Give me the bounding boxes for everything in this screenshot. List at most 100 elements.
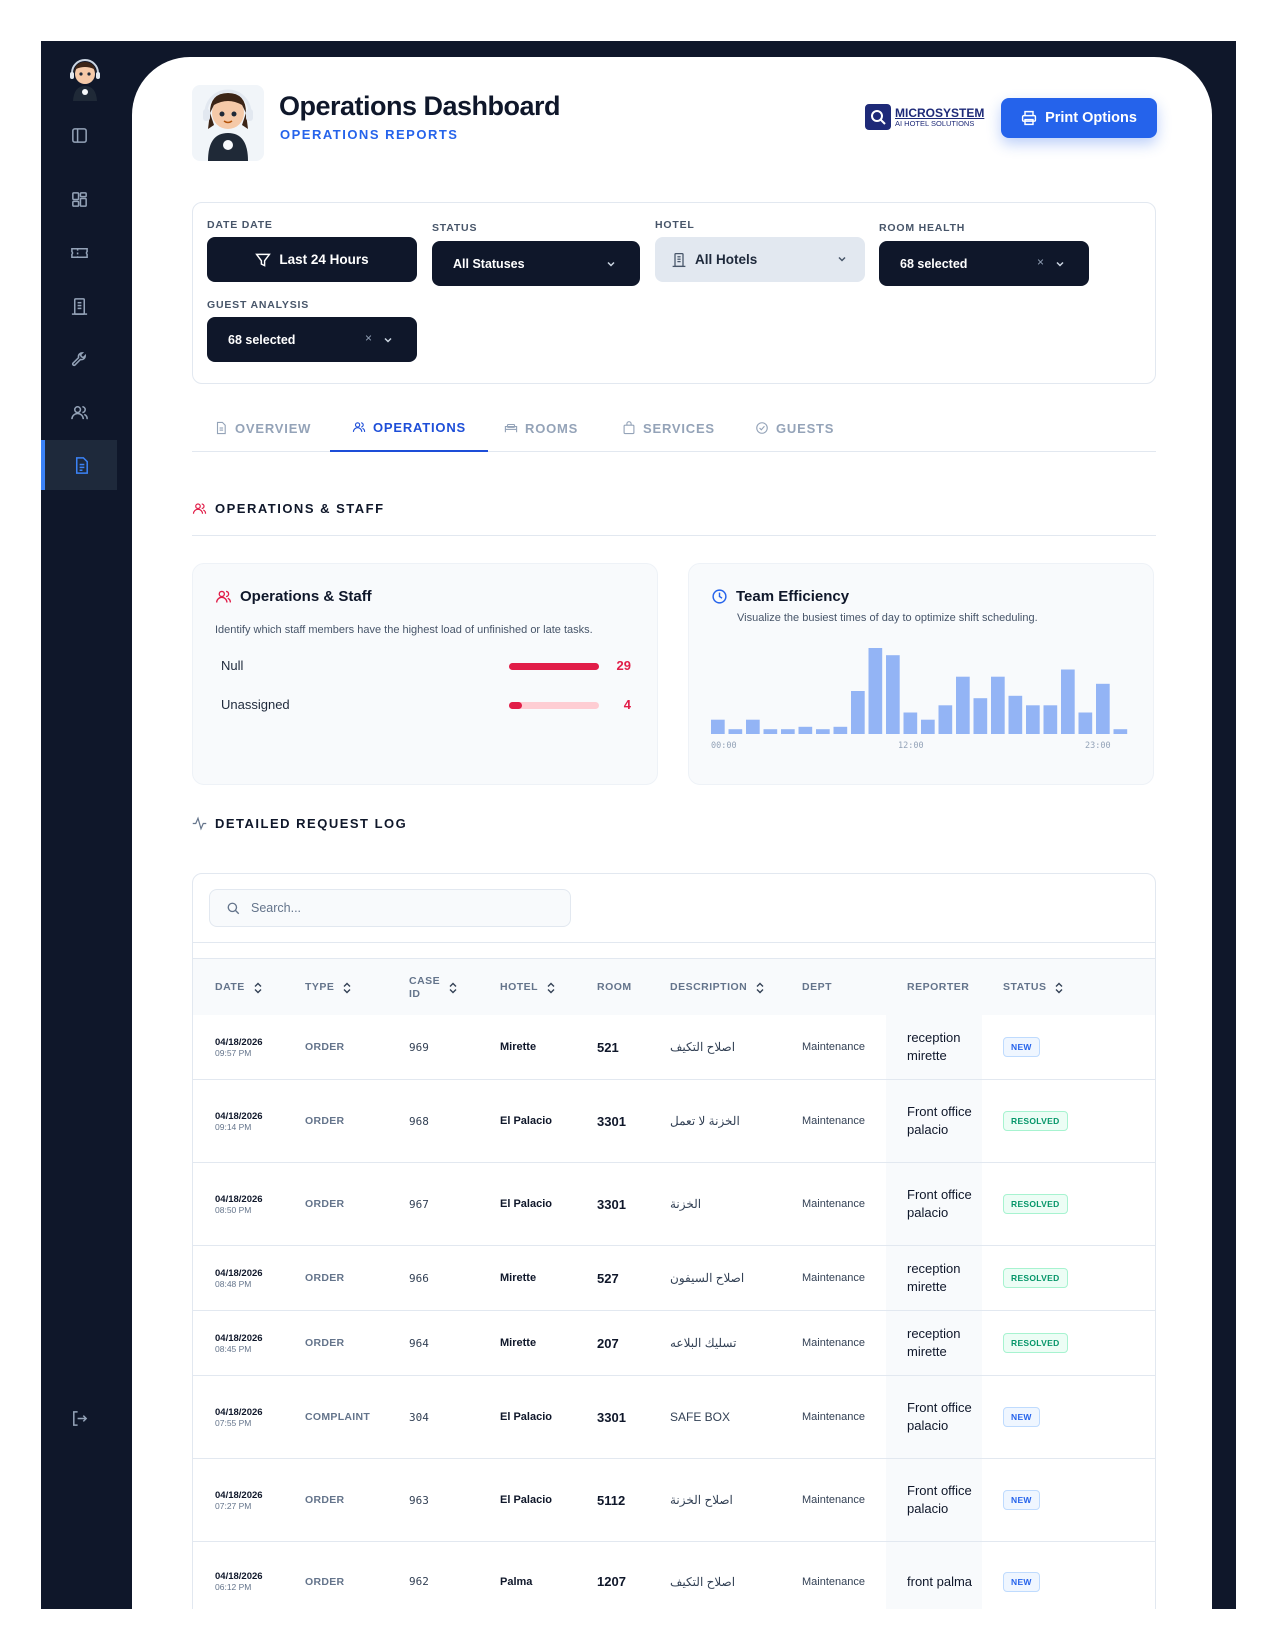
- date-value: 04/18/2026: [215, 1571, 263, 1582]
- histogram-bar: [1008, 695, 1023, 734]
- type-cell: ORDER: [305, 1494, 345, 1506]
- tab-guests[interactable]: GUESTS: [755, 404, 834, 452]
- sidebar-item-panel[interactable]: [41, 110, 117, 160]
- histogram-bar: [886, 655, 900, 734]
- time-value: 09:57 PM: [215, 1047, 252, 1058]
- column-header[interactable]: DESCRIPTION: [670, 959, 764, 1016]
- user-avatar[interactable]: [65, 59, 105, 101]
- column-header[interactable]: TYPE: [305, 959, 351, 1016]
- room-health-select[interactable]: 68 selected ×: [879, 241, 1089, 286]
- sidebar-item-users[interactable]: [41, 387, 117, 437]
- print-options-button[interactable]: Print Options: [1001, 98, 1157, 138]
- staff-bar-fill: [509, 702, 522, 709]
- case-id-cell: 969: [409, 1040, 429, 1054]
- date-cell: 04/18/2026 09:14 PM: [215, 1080, 263, 1162]
- description-cell: الخزنة لا تعمل: [670, 1114, 740, 1128]
- column-header-label: CASE ID: [409, 974, 441, 1000]
- users-icon: [192, 503, 207, 514]
- section-divider: [192, 535, 1156, 536]
- bag-icon: [623, 421, 635, 435]
- chevron-down-icon: [1056, 261, 1064, 267]
- section-operations-title: OPERATIONS & STAFF: [215, 501, 385, 516]
- section-log-heading: DETAILED REQUEST LOG: [192, 816, 407, 831]
- clear-icon[interactable]: ×: [365, 331, 372, 345]
- table-row[interactable]: 04/18/2026 07:55 PM COMPLAINT 304 El Palacio…: [193, 1376, 1155, 1459]
- staff-bar-label: Unassigned: [221, 697, 290, 712]
- table-row[interactable]: 04/18/2026 07:27 PM ORDER 963 El Palacio 5112…: [193, 1459, 1155, 1542]
- column-header[interactable]: HOTEL: [500, 959, 555, 1016]
- status-select-value: All Statuses: [453, 256, 525, 271]
- date-filter-label: DATE DATE: [207, 219, 273, 231]
- histogram-bar: [1026, 705, 1040, 734]
- tab-overview[interactable]: OVERVIEW: [214, 404, 311, 452]
- sort-icon: [1055, 982, 1063, 993]
- printer-icon: [1021, 110, 1037, 126]
- staff-bar-fill: [509, 663, 599, 670]
- room-cell: 207: [597, 1335, 619, 1351]
- status-cell: RESOLVED: [1003, 1080, 1068, 1162]
- status-cell: RESOLVED: [1003, 1311, 1068, 1375]
- sidebar-item-hotels[interactable]: [41, 281, 117, 331]
- staff-bar-track: [509, 702, 599, 709]
- status-select[interactable]: All Statuses: [432, 241, 640, 286]
- chevron-down-icon: [838, 256, 846, 262]
- hotel-select[interactable]: All Hotels: [655, 237, 865, 282]
- tab-services[interactable]: SERVICES: [622, 404, 715, 452]
- reporter-cell: Front office palacio: [886, 1459, 982, 1541]
- status-badge: RESOLVED: [1003, 1268, 1068, 1288]
- sidebar-logout[interactable]: [41, 1393, 117, 1443]
- time-value: 08:50 PM: [215, 1204, 252, 1215]
- status-cell: NEW: [1003, 1459, 1040, 1541]
- table-row[interactable]: 04/18/2026 09:57 PM ORDER 969 Mirette 521 اصلا…: [193, 1015, 1155, 1080]
- table-row[interactable]: 04/18/2026 08:48 PM ORDER 966 Mirette 527 اصلا…: [193, 1246, 1155, 1311]
- type-cell: ORDER: [305, 1041, 345, 1053]
- column-header-label: ROOM: [597, 981, 632, 993]
- sidebar-item-tickets[interactable]: [41, 227, 117, 277]
- table-row[interactable]: 04/18/2026 06:12 PM ORDER 962 Palma 1207 اصلاح…: [193, 1542, 1155, 1609]
- column-header: REPORTER: [907, 959, 969, 1016]
- activity-icon: [192, 816, 207, 831]
- guest-analysis-select[interactable]: 68 selected ×: [207, 317, 417, 362]
- column-header-label: DEPT: [802, 981, 833, 993]
- histogram-bar: [711, 719, 725, 734]
- mascot-avatar: [192, 85, 264, 161]
- histogram-bar: [728, 729, 743, 734]
- chevron-down-icon: [384, 337, 392, 343]
- status-cell: RESOLVED: [1003, 1163, 1068, 1245]
- date-cell: 04/18/2026 06:12 PM: [215, 1542, 263, 1609]
- column-header[interactable]: CASE ID: [409, 959, 457, 1016]
- description-cell: تسليك البلاعه: [670, 1336, 737, 1350]
- sort-icon: [756, 982, 764, 993]
- histogram-bar: [1061, 669, 1075, 734]
- tab-operations[interactable]: OPERATIONS: [330, 404, 488, 452]
- date-cell: 04/18/2026 08:45 PM: [215, 1311, 263, 1375]
- hotel-cell: Mirette: [500, 1272, 537, 1284]
- date-filter-value: Last 24 Hours: [279, 252, 369, 267]
- building-icon: [672, 252, 686, 267]
- divider: [193, 942, 1155, 943]
- histogram-bar: [833, 726, 848, 734]
- column-header[interactable]: STATUS: [1003, 959, 1063, 1016]
- table-row[interactable]: 04/18/2026 08:50 PM ORDER 967 El Palacio 3301…: [193, 1163, 1155, 1246]
- clear-icon[interactable]: ×: [1037, 255, 1044, 269]
- table-row[interactable]: 04/18/2026 08:45 PM ORDER 964 Mirette 207 تسلي…: [193, 1311, 1155, 1376]
- sidebar-item-dashboard[interactable]: [41, 174, 117, 224]
- room-cell: 3301: [597, 1196, 626, 1212]
- staff-bar-value: 29: [616, 658, 631, 673]
- date-value: 04/18/2026: [215, 1332, 263, 1344]
- time-value: 06:12 PM: [215, 1582, 252, 1592]
- column-header[interactable]: DATE: [215, 959, 262, 1016]
- column-header-label: TYPE: [305, 981, 335, 993]
- search-placeholder: Search...: [251, 901, 302, 915]
- table-row[interactable]: 04/18/2026 09:14 PM ORDER 968 El Palacio 3301…: [193, 1080, 1155, 1163]
- case-id-cell: 967: [409, 1197, 429, 1211]
- tab-rooms[interactable]: ROOMS: [504, 404, 578, 452]
- bed-icon: [504, 423, 518, 433]
- sidebar-item-reports[interactable]: [41, 440, 117, 490]
- sidebar-item-maintenance[interactable]: [41, 334, 117, 384]
- sort-icon: [547, 982, 555, 993]
- search-field[interactable]: Search...: [209, 889, 571, 927]
- date-filter-button[interactable]: Last 24 Hours: [207, 237, 417, 282]
- time-value: 07:55 PM: [215, 1417, 252, 1428]
- date-cell: 04/18/2026 07:55 PM: [215, 1376, 263, 1458]
